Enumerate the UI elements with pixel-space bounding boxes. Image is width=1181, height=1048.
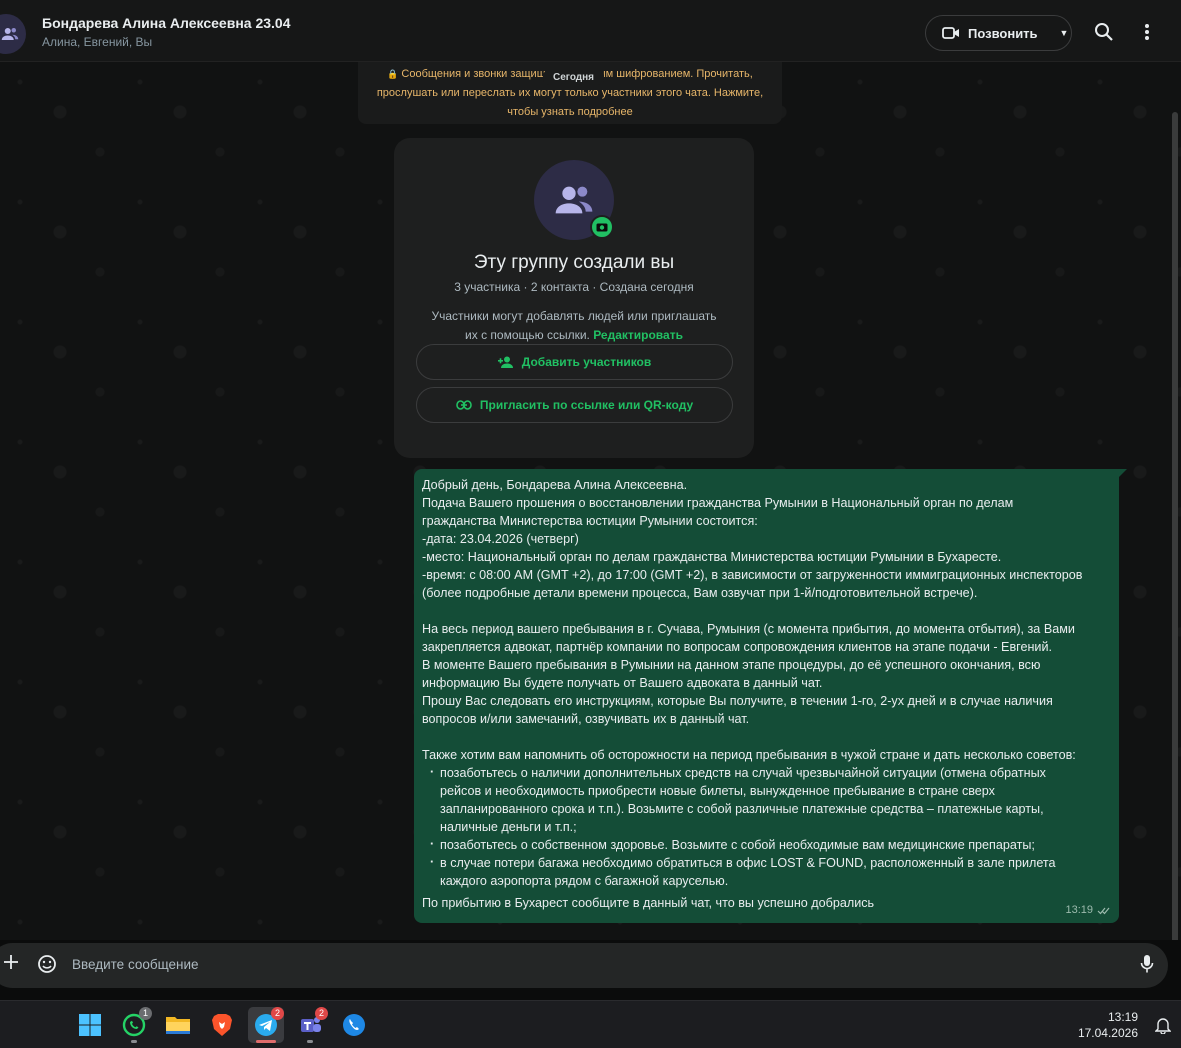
outgoing-message[interactable]: Добрый день, Бондарева Алина Алексеевна.… [414, 469, 1127, 923]
microphone-icon[interactable] [1140, 954, 1154, 979]
running-indicator [131, 1040, 137, 1043]
message-bullet-line: запланированного срока и т.п.). Возьмите… [440, 802, 1044, 816]
double-check-icon [1097, 907, 1110, 914]
message-time: 13:19 [1065, 904, 1093, 916]
group-avatar-icon [555, 186, 593, 214]
teams-badge: 2 [315, 1007, 328, 1020]
message-line: Также хотим вам напомнить об осторожност… [422, 748, 1076, 762]
message-bullet-list: позаботьтесь о наличии дополнительных ср… [422, 763, 1111, 890]
group-avatar-icon [1, 28, 19, 40]
clock-date: 17.04.2026 [1077, 1026, 1138, 1040]
call-button-label: Позвонить [968, 25, 1038, 41]
message-bullet-line: в случае потери багажа необходимо обрати… [440, 856, 1056, 870]
message-line: На весь период вашего пребывания в г. Су… [422, 622, 1075, 636]
call-button[interactable]: Позвонить ▼ [925, 15, 1072, 51]
message-line: Прошу Вас следовать его инструкциям, кот… [422, 694, 1053, 708]
chat-area: 🔒 Сообщения и звонки защищ ым шифрованием.… [0, 62, 1181, 940]
encryption-text-2: прослушать или переслать их могут только… [376, 87, 764, 99]
message-line: закрепляется адвокат, партнёр компании п… [422, 640, 1052, 654]
message-line: -дата: 23.04.2026 (четверг) [422, 532, 579, 546]
chat-scrollbar[interactable] [1172, 112, 1178, 940]
telegram-badge: 2 [271, 1007, 284, 1020]
message-line: информацию Вы будете получать от Вашего … [422, 676, 823, 690]
running-indicator [307, 1040, 313, 1043]
search-icon[interactable] [1092, 20, 1116, 44]
add-members-button[interactable]: Добавить участников [416, 344, 733, 380]
add-person-icon [497, 356, 513, 368]
link-icon [456, 400, 472, 410]
message-bullet-item: позаботьтесь о собственном здоровье. Воз… [430, 835, 1111, 854]
invite-link-label: Пригласить по ссылке или QR-коду [479, 398, 694, 412]
message-bullet-line: позаботьтесь о собственном здоровье. Воз… [440, 838, 1035, 852]
encryption-text-3: чтобы узнать подробнее [507, 106, 633, 118]
message-line: Добрый день, Бондарева Алина Алексеевна. [422, 478, 688, 492]
telegram-icon[interactable]: 2 [248, 1007, 284, 1043]
message-line: Подача Вашего прошения о восстановлении … [422, 496, 1014, 510]
message-bullet-item: позаботьтесь о наличии дополнительных ср… [430, 763, 1111, 836]
chat-header: Бондарева Алина Алексеевна 23.04 Алина, … [0, 0, 1181, 62]
add-members-label: Добавить участников [521, 355, 652, 369]
message-bullet-line: рейсов и необходимость приобрести новые … [440, 784, 995, 798]
teams-icon[interactable]: 2 [292, 1007, 328, 1043]
group-card-desc-line2: их с помощью ссылки. [465, 328, 590, 342]
whatsapp-badge: 1 [139, 1007, 152, 1020]
message-composer: Введите сообщение [0, 943, 1168, 988]
message-input[interactable]: Введите сообщение [72, 957, 199, 972]
message-line: (более подробные детали времени процесса… [422, 586, 978, 600]
attach-plus-icon[interactable] [3, 954, 19, 975]
group-card-desc-line1: Участники могут добавлять людей или приг… [431, 309, 717, 323]
clock-time: 13:19 [1107, 1010, 1138, 1024]
message-line: В моменте Вашего пребывания в Румынии на… [422, 658, 1041, 672]
file-explorer-icon[interactable] [160, 1007, 196, 1043]
chat-participants[interactable]: Алина, Евгений, Вы [42, 35, 152, 49]
chat-title[interactable]: Бондарева Алина Алексеевна 23.04 [42, 15, 290, 31]
group-avatar[interactable] [0, 14, 26, 54]
message-line: вопросов и/или замечаний, озвучивать их … [422, 712, 750, 726]
invite-link-button[interactable]: Пригласить по ссылке или QR-коду [416, 387, 733, 423]
group-info-card: Эту группу создали вы 3 участника · 2 ко… [394, 138, 754, 458]
group-card-description: Участники могут добавлять людей или приг… [414, 307, 734, 345]
encryption-text-1a: Сообщения и звонки защищ [401, 68, 546, 80]
brave-browser-icon[interactable] [204, 1007, 240, 1043]
message-line: -время: с 08:00 AM (GMT +2), до 17:00 (G… [422, 568, 1083, 582]
message-bullet-item: в случае потери багажа необходимо обрати… [430, 853, 1111, 890]
video-camera-icon [942, 27, 959, 39]
camera-icon[interactable] [590, 215, 614, 239]
group-card-title: Эту группу создали вы [473, 252, 675, 273]
windows-taskbar: 1 2 2 13:19 17.04.2026 [0, 1000, 1181, 1048]
whatsapp-icon[interactable]: 1 [116, 1007, 152, 1043]
message-bullet-line: наличные деньги и т.п.; [440, 820, 577, 834]
message-meta: 13:19 [1065, 901, 1111, 919]
more-vertical-icon[interactable] [1135, 20, 1159, 44]
message-bullet-line: каждого аэропорта рядом с багажной карус… [440, 874, 729, 888]
message-body: Добрый день, Бондарева Алина Алексеевна.… [422, 476, 1111, 764]
notification-bell-icon[interactable] [1154, 1016, 1172, 1039]
group-card-meta: 3 участника · 2 контакта · Создана сегод… [454, 280, 694, 294]
running-indicator [256, 1040, 276, 1043]
date-divider: Сегодня [543, 70, 605, 85]
chevron-down-icon[interactable]: ▼ [1060, 28, 1069, 38]
system-clock[interactable]: 13:19 17.04.2026 [1078, 1009, 1138, 1041]
windows-start-icon[interactable] [72, 1007, 108, 1043]
message-line: гражданства Министерства юстиции Румынии… [422, 514, 758, 528]
lock-icon: 🔒 [387, 69, 399, 79]
emoji-sticker-icon[interactable] [37, 954, 57, 979]
edit-link[interactable]: Редактировать [593, 328, 683, 342]
phone-app-icon[interactable] [336, 1007, 372, 1043]
message-bullet-line: позаботьтесь о наличии дополнительных ср… [440, 766, 1046, 780]
message-line: -место: Национальный орган по делам граж… [422, 550, 1002, 564]
encryption-text-1b: ым шифрованием. Прочитать, [597, 68, 753, 80]
message-closing: По прибытию в Бухарест сообщите в данный… [422, 896, 875, 910]
